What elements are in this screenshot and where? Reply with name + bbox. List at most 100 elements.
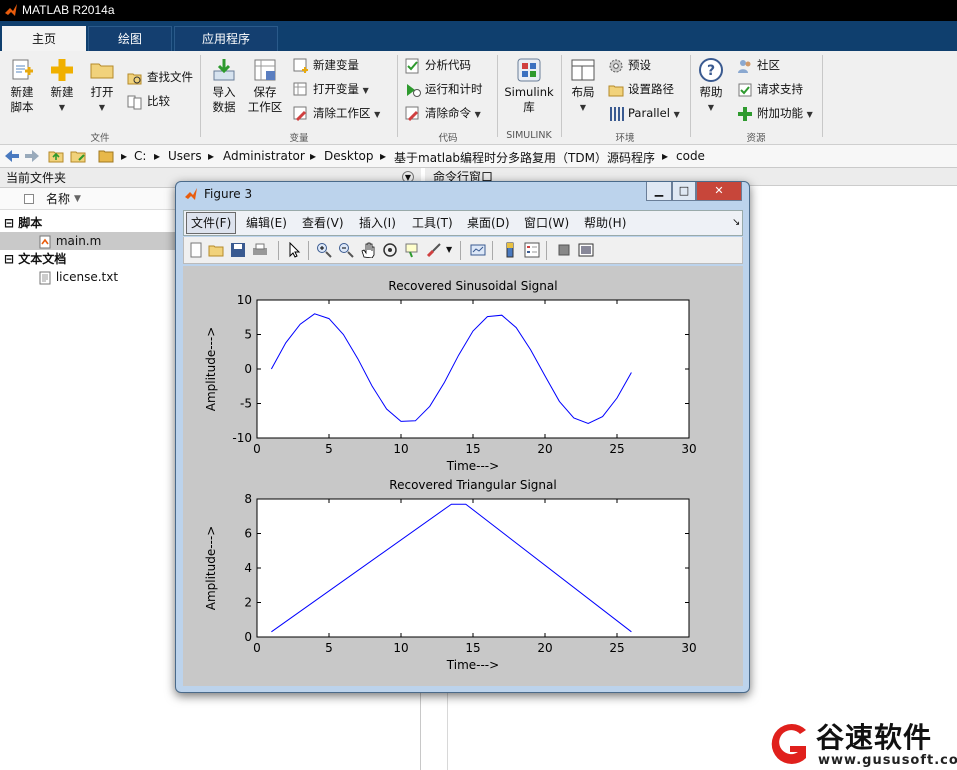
figure-menu-bar: 文件(F) 编辑(E) 查看(V) 插入(I) 工具(T) 桌面(D) 窗口(W…: [183, 210, 743, 236]
request-support-icon: [738, 83, 752, 96]
tab-plots[interactable]: 绘图: [88, 26, 172, 51]
breadcrumb-separator-icon: ▸: [154, 149, 161, 163]
maximize-button[interactable]: □: [672, 182, 696, 201]
breadcrumb-item[interactable]: code: [676, 149, 705, 163]
close-button[interactable]: ✕: [696, 182, 742, 201]
find-files-button[interactable]: 查找文件: [127, 67, 193, 89]
layout-button[interactable]: 布局 ▼: [566, 57, 600, 115]
compare-label: 比较: [147, 94, 170, 108]
add-ons-button[interactable]: 附加功能 ▼: [737, 103, 813, 125]
clear-workspace-button[interactable]: 清除工作区 ▼: [293, 103, 380, 125]
brush-icon[interactable]: [426, 242, 442, 258]
back-arrow-icon[interactable]: [4, 148, 20, 164]
parallel-button[interactable]: Parallel ▼: [608, 103, 680, 125]
sort-arrow-icon: ▼: [74, 194, 81, 204]
parallel-label: Parallel: [628, 106, 670, 120]
show-plot-tools-icon[interactable]: [578, 242, 594, 258]
brush-dropdown-icon[interactable]: ▼: [446, 245, 452, 254]
open-variable-icon: [293, 82, 307, 95]
clear-commands-label: 清除命令: [425, 106, 471, 120]
group-scripts[interactable]: ⊟ 脚本: [4, 214, 42, 232]
new-button[interactable]: 新建 ▼: [46, 57, 78, 115]
menu-tools[interactable]: 工具(T): [412, 215, 453, 231]
figure-window[interactable]: Figure 3 ▁ □ ✕ 文件(F) 编辑(E) 查看(V) 插入(I) 工…: [175, 181, 750, 693]
group-text-docs[interactable]: ⊟ 文本文档: [4, 250, 66, 268]
breadcrumb-item[interactable]: Users: [168, 149, 202, 163]
link-plot-icon[interactable]: [470, 242, 486, 258]
y-axis-label: Amplitude--->: [204, 327, 218, 412]
clear-commands-button[interactable]: 清除命令 ▼: [405, 103, 481, 125]
section-environment-label: 环境: [615, 133, 635, 144]
breadcrumb-separator-icon: ▸: [208, 149, 215, 163]
community-button[interactable]: 社区: [737, 55, 780, 77]
watermark-logo-icon: [771, 724, 806, 764]
add-ons-icon: [738, 106, 752, 121]
zoom-out-icon[interactable]: [338, 242, 354, 258]
figure-toolbar: ▼: [183, 237, 743, 264]
x-tick-label: 25: [609, 442, 624, 456]
legend-icon[interactable]: [524, 242, 540, 258]
menu-edit[interactable]: 编辑(E): [246, 215, 287, 231]
hide-plot-tools-icon[interactable]: [556, 242, 572, 258]
minimize-button[interactable]: ▁: [646, 182, 672, 201]
plot-area: [256, 498, 690, 638]
address-bar: ▸ C: ▸ Users ▸ Administrator ▸ Desktop ▸…: [0, 145, 957, 168]
parallel-icon: [610, 106, 624, 121]
pan-hand-icon[interactable]: [360, 242, 376, 258]
open-button[interactable]: 打开 ▼: [86, 57, 118, 115]
x-tick-label: 30: [681, 641, 696, 655]
x-tick-label: 5: [325, 641, 333, 655]
layout-dropdown-icon: ▼: [579, 103, 587, 112]
menu-help[interactable]: 帮助(H): [584, 215, 626, 231]
analyze-code-button[interactable]: 分析代码: [405, 55, 471, 77]
breadcrumb-item[interactable]: Desktop: [324, 149, 374, 163]
zoom-in-icon[interactable]: [316, 242, 332, 258]
breadcrumb-item[interactable]: C:: [134, 149, 146, 163]
open-file-icon[interactable]: [208, 242, 224, 258]
collapse-icon: ⊟: [4, 252, 15, 266]
menu-desktop[interactable]: 桌面(D): [467, 215, 510, 231]
forward-arrow-icon[interactable]: [24, 148, 40, 164]
menu-view[interactable]: 查看(V): [302, 215, 344, 231]
request-support-button[interactable]: 请求支持: [737, 79, 803, 101]
menu-window[interactable]: 窗口(W): [524, 215, 569, 231]
compare-button[interactable]: 比较: [127, 91, 170, 113]
help-button[interactable]: ? 帮助 ▼: [695, 57, 727, 115]
breadcrumb-item[interactable]: 基于matlab编程时分多路复用（TDM）源码程序: [394, 149, 655, 166]
browse-folder-icon[interactable]: [70, 148, 86, 164]
open-variable-button[interactable]: 打开变量 ▼: [293, 79, 369, 101]
up-folder-icon[interactable]: [48, 148, 64, 164]
menu-file[interactable]: 文件(F): [186, 212, 237, 234]
print-icon[interactable]: [252, 242, 268, 258]
new-variable-label: 新建变量: [313, 58, 359, 72]
clear-workspace-label: 清除工作区: [313, 106, 371, 120]
rotate-3d-icon[interactable]: [382, 242, 398, 258]
simulink-library-button[interactable]: Simulink 库: [503, 57, 555, 115]
new-figure-icon[interactable]: [188, 242, 204, 258]
save-icon[interactable]: [230, 242, 246, 258]
preferences-button[interactable]: 预设: [608, 55, 651, 77]
tab-apps[interactable]: 应用程序: [174, 26, 278, 51]
new-script-button[interactable]: 新建 脚本: [6, 57, 38, 115]
select-arrow-icon[interactable]: [286, 242, 302, 258]
colorbar-icon[interactable]: [502, 242, 518, 258]
watermark-url: www.gususoft.com: [818, 753, 957, 768]
new-variable-button[interactable]: 新建变量: [293, 55, 359, 77]
dock-arrow-icon[interactable]: ↘: [732, 215, 740, 231]
data-cursor-icon[interactable]: [404, 242, 420, 258]
tab-home[interactable]: 主页: [2, 26, 86, 51]
breadcrumb-separator-icon: ▸: [662, 149, 669, 163]
y-tick-label: 0: [244, 362, 252, 376]
import-data-button[interactable]: 导入 数据: [207, 57, 241, 115]
set-path-button[interactable]: 设置路径: [608, 79, 674, 101]
run-and-time-button[interactable]: 运行和计时: [405, 79, 483, 101]
x-axis-label: Time--->: [446, 658, 499, 672]
menu-insert[interactable]: 插入(I): [359, 215, 396, 231]
select-checkbox[interactable]: [24, 194, 34, 204]
breadcrumb-item[interactable]: Administrator: [223, 149, 305, 163]
clear-commands-icon: [405, 106, 419, 121]
file-item-license[interactable]: license.txt: [38, 268, 118, 286]
save-workspace-button[interactable]: 保存 工作区: [247, 57, 283, 115]
run-and-time-icon: [407, 83, 421, 97]
layout-icon: [571, 59, 595, 81]
